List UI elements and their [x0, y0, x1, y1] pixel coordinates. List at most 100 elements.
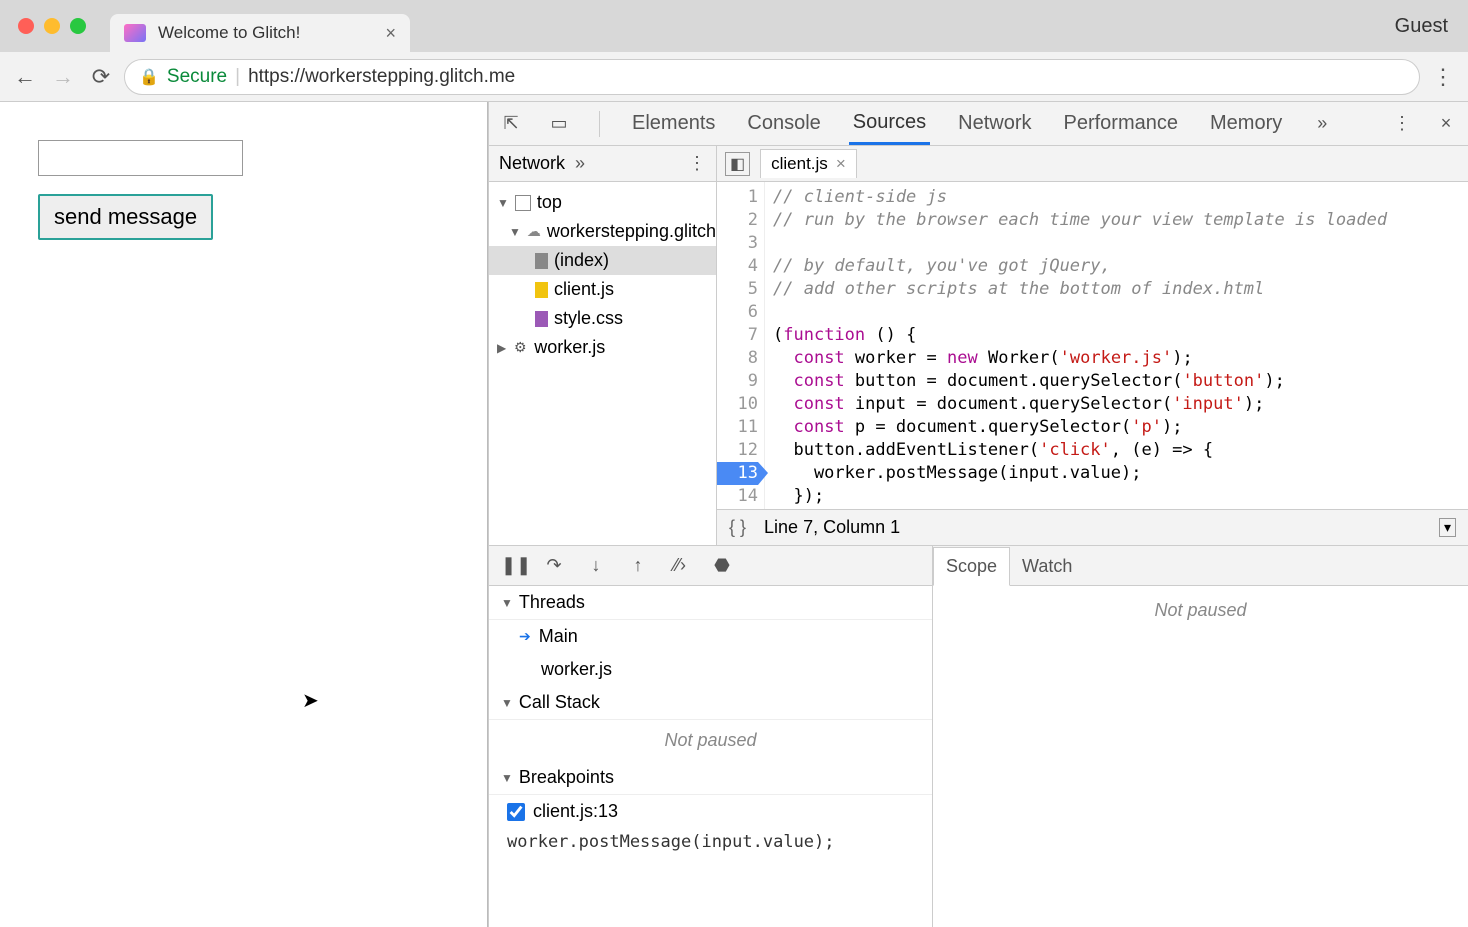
inspect-element-icon[interactable]: ⇱ [499, 113, 523, 134]
step-over-icon[interactable]: ↷ [543, 555, 565, 576]
step-into-icon[interactable]: ↓ [585, 555, 607, 576]
devtools-tab-bar: ⇱ ▭ Elements Console Sources Network Per… [489, 102, 1468, 146]
minimize-window-button[interactable] [44, 18, 60, 34]
threads-section-header[interactable]: ▼ Threads [489, 586, 932, 620]
css-file-icon [535, 311, 548, 327]
lock-icon: 🔒 [139, 67, 159, 87]
breakpoints-section-header[interactable]: ▼ Breakpoints [489, 761, 932, 795]
navigator-tab-label[interactable]: Network [499, 153, 565, 174]
line-gutter[interactable]: 123456789101112131415161718 [717, 182, 765, 509]
source-editor: ◧ client.js × 12345678910111213141516171… [717, 146, 1468, 545]
file-tree: ▼ top ▼ ☁ workerstepping.glitch (index) [489, 182, 716, 545]
js-file-icon [535, 282, 548, 298]
close-devtools-icon[interactable]: × [1434, 113, 1458, 134]
code-area[interactable]: 123456789101112131415161718 // client-si… [717, 182, 1468, 509]
tab-memory[interactable]: Memory [1206, 104, 1286, 143]
thread-label: worker.js [541, 659, 612, 680]
close-file-icon[interactable]: × [836, 154, 846, 174]
tree-file-index[interactable]: (index) [489, 246, 716, 275]
more-navigator-tabs-icon[interactable]: » [575, 153, 585, 174]
devtools-panel: ⇱ ▭ Elements Console Sources Network Per… [488, 102, 1468, 927]
frame-icon [515, 195, 531, 211]
breakpoint-item[interactable]: client.js:13 [489, 795, 932, 828]
separator: | [235, 66, 240, 88]
tab-watch[interactable]: Watch [1010, 548, 1084, 585]
message-input[interactable] [38, 140, 243, 176]
secure-label: Secure [167, 66, 227, 88]
deactivate-breakpoints-icon[interactable]: ⁄⁄› [669, 555, 691, 576]
section-label: Call Stack [519, 692, 600, 713]
send-message-button[interactable]: send message [38, 194, 213, 240]
expand-icon: ▼ [501, 771, 513, 785]
tree-label: client.js [554, 279, 614, 300]
section-label: Threads [519, 592, 585, 613]
separator [599, 111, 600, 137]
browser-menu-icon[interactable]: ⋮ [1428, 64, 1458, 90]
tab-scope[interactable]: Scope [933, 547, 1010, 586]
tab-console[interactable]: Console [743, 104, 824, 143]
forward-button[interactable]: → [48, 62, 78, 92]
step-out-icon[interactable]: ↑ [627, 555, 649, 576]
window-controls [18, 18, 86, 34]
tree-file-clientjs[interactable]: client.js [489, 275, 716, 304]
active-thread-icon: ➔ [519, 628, 531, 645]
breakpoint-checkbox[interactable] [507, 803, 525, 821]
close-tab-icon[interactable]: × [385, 23, 396, 44]
pause-resume-icon[interactable]: ❚❚ [501, 555, 523, 576]
toggle-drawer-icon[interactable]: ▾ [1439, 518, 1456, 537]
tree-worker[interactable]: ▶ ⚙ worker.js [489, 333, 716, 362]
toggle-navigator-icon[interactable]: ◧ [725, 152, 750, 176]
expand-icon: ▼ [501, 696, 513, 710]
address-bar[interactable]: 🔒 Secure | https://workerstepping.glitch… [124, 59, 1420, 95]
thread-worker[interactable]: worker.js [489, 653, 932, 686]
thread-label: Main [539, 626, 578, 647]
url-text: https://workerstepping.glitch.me [248, 66, 515, 88]
expand-icon: ▶ [497, 341, 506, 355]
thread-main[interactable]: ➔ Main [489, 620, 932, 653]
tab-network[interactable]: Network [954, 104, 1035, 143]
scope-empty: Not paused [933, 586, 1468, 927]
format-icon[interactable]: { } [729, 517, 746, 538]
code-content[interactable]: // client-side js// run by the browser e… [765, 182, 1468, 509]
tree-label: top [537, 192, 562, 213]
pause-on-exceptions-icon[interactable]: ⬣ [711, 555, 733, 576]
tab-elements[interactable]: Elements [628, 104, 719, 143]
file-tab-clientjs[interactable]: client.js × [760, 149, 857, 178]
profile-label[interactable]: Guest [1395, 15, 1448, 38]
favicon [124, 24, 146, 42]
expand-icon: ▼ [497, 196, 509, 210]
tree-label: (index) [554, 250, 609, 271]
tree-label: worker.js [534, 337, 605, 358]
scope-watch-tabs: Scope Watch [933, 546, 1468, 586]
editor-tab-bar: ◧ client.js × [717, 146, 1468, 182]
tree-frame-top[interactable]: ▼ top [489, 188, 716, 217]
cursor-position: Line 7, Column 1 [764, 517, 900, 538]
back-button[interactable]: ← [10, 62, 40, 92]
callstack-empty: Not paused [489, 720, 932, 761]
cloud-icon: ☁ [527, 224, 541, 240]
browser-tab-strip: Welcome to Glitch! × Guest [0, 0, 1468, 52]
gear-icon: ⚙ [512, 340, 528, 356]
navigator-header: Network » ⋮ [489, 146, 716, 182]
maximize-window-button[interactable] [70, 18, 86, 34]
tree-domain[interactable]: ▼ ☁ workerstepping.glitch [489, 217, 716, 246]
close-window-button[interactable] [18, 18, 34, 34]
device-toolbar-icon[interactable]: ▭ [547, 113, 571, 134]
expand-icon: ▼ [501, 596, 513, 610]
sources-navigator: Network » ⋮ ▼ top ▼ ☁ workerst [489, 146, 717, 545]
tab-performance[interactable]: Performance [1060, 104, 1183, 143]
reload-button[interactable]: ⟳ [86, 62, 116, 92]
browser-tab[interactable]: Welcome to Glitch! × [110, 14, 410, 52]
document-icon [535, 253, 548, 269]
navigator-menu-icon[interactable]: ⋮ [688, 153, 706, 174]
tab-sources[interactable]: Sources [849, 103, 930, 145]
more-tabs-icon[interactable]: » [1310, 113, 1334, 134]
page-viewport: send message [0, 102, 488, 927]
breakpoint-preview: worker.postMessage(input.value); [489, 828, 932, 862]
tree-file-stylecss[interactable]: style.css [489, 304, 716, 333]
debugger-sidebar-right: Scope Watch Not paused [933, 546, 1468, 927]
callstack-section-header[interactable]: ▼ Call Stack [489, 686, 932, 720]
tree-label: style.css [554, 308, 623, 329]
devtools-menu-icon[interactable]: ⋮ [1390, 113, 1414, 134]
tree-label: workerstepping.glitch [547, 221, 716, 242]
